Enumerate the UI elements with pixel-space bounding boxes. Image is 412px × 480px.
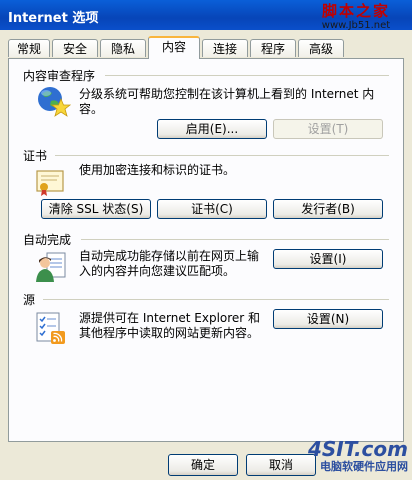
autocomplete-desc-2: 入的内容并向您建议匹配项。 <box>79 264 236 278</box>
feeds-icon <box>36 312 65 344</box>
tab-security[interactable]: 安全 <box>52 39 98 57</box>
feeds-desc-1: 源提供可在 Internet Explorer 和 <box>79 311 261 325</box>
tab-programs[interactable]: 程序 <box>250 39 296 57</box>
certificates-title: 证书 <box>23 147 52 164</box>
window-title: Internet 选项 <box>8 11 99 26</box>
feeds-desc-2: 其他程序中读取的网站更新内容。 <box>79 326 260 340</box>
certificates-desc: 使用加密连接和标识的证书。 <box>79 163 236 177</box>
watermark-name: 脚本之家 <box>321 2 390 20</box>
group-divider <box>81 239 389 240</box>
tab-advanced[interactable]: 高级 <box>298 39 344 57</box>
globe-star-icon <box>38 87 71 117</box>
user-form-icon <box>36 252 66 282</box>
autocomplete-title: 自动完成 <box>23 231 76 248</box>
brand-watermark: 4SIT.com 电脑软硬件应用网 <box>288 438 408 474</box>
feeds-title: 源 <box>23 291 40 308</box>
feeds-settings-button[interactable]: 设置(N) <box>273 309 383 329</box>
ok-button[interactable]: 确定 <box>168 454 238 476</box>
content-advisor-desc-2: 容。 <box>79 102 104 116</box>
group-divider <box>105 75 389 76</box>
publishers-button[interactable]: 发行者(B) <box>273 199 383 219</box>
content-advisor-desc-1: 分级系统可帮助您控制在该计算机上看到的 Internet 内 <box>79 87 375 101</box>
tab-content[interactable]: 内容 <box>148 36 200 59</box>
autocomplete-desc-1: 自动完成功能存储以前在网页上输 <box>79 249 260 263</box>
title-bar: Internet 选项 脚本之家 www.Jb51.net <box>0 0 412 32</box>
certificate-icon <box>36 170 64 196</box>
content-advisor-title: 内容审查程序 <box>23 67 100 84</box>
content-advisor-settings-button[interactable]: 设置(T) <box>273 119 383 139</box>
content-tab-panel: 内容审查程序 分级系统可帮助您控制在该计算机上看到的 Internet 内 容。… <box>8 58 404 442</box>
tab-connections[interactable]: 连接 <box>202 39 248 57</box>
clear-ssl-state-button[interactable]: 清除 SSL 状态(S) <box>41 199 151 219</box>
tab-privacy[interactable]: 隐私 <box>100 39 146 57</box>
certificates-button[interactable]: 证书(C) <box>157 199 267 219</box>
watermark-url: www.Jb51.net <box>321 20 391 31</box>
brand-logo: 4SIT.com <box>307 437 408 461</box>
watermark: 脚本之家 www.Jb51.net <box>306 2 406 32</box>
brand-tagline: 电脑软硬件应用网 <box>320 460 408 473</box>
tab-bar: 常规 安全 隐私 内容 连接 程序 高级 <box>8 36 404 59</box>
autocomplete-settings-button[interactable]: 设置(I) <box>273 249 383 269</box>
group-divider <box>55 155 389 156</box>
group-divider <box>43 299 389 300</box>
enable-content-advisor-button[interactable]: 启用(E)... <box>157 119 267 139</box>
tab-general[interactable]: 常规 <box>8 39 50 57</box>
